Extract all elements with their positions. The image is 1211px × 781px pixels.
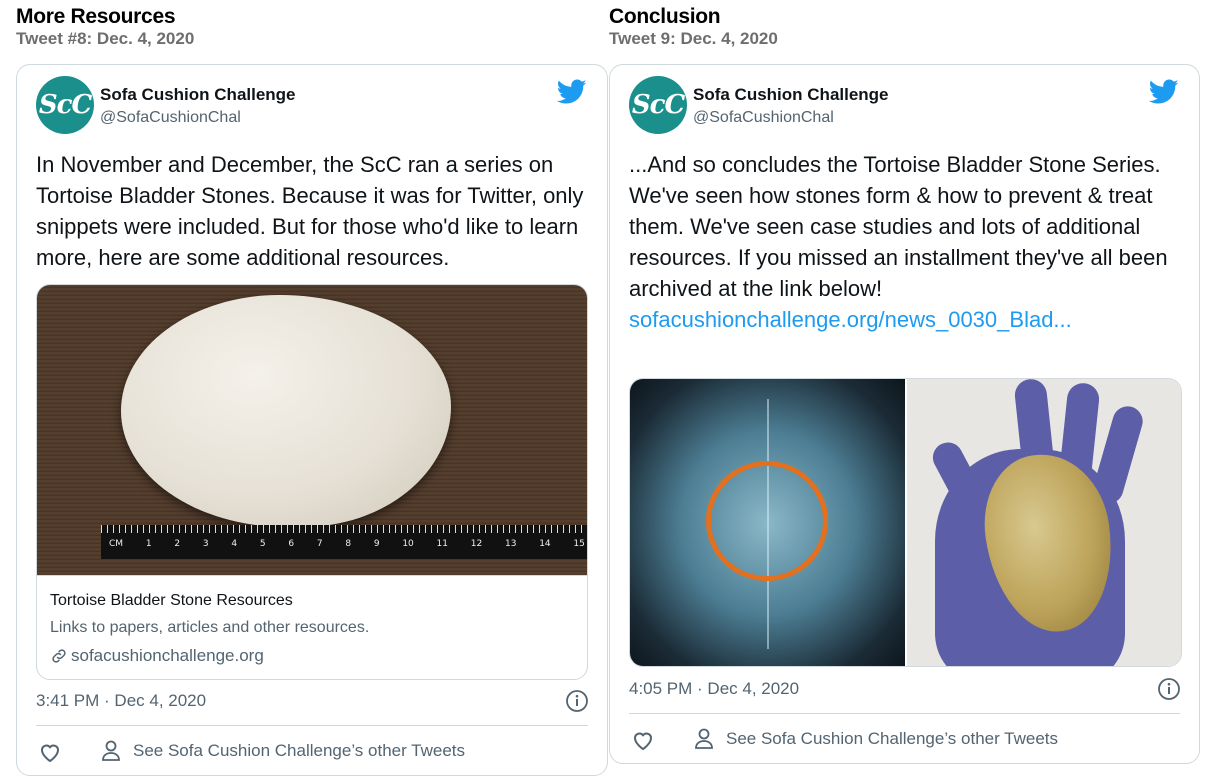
- divider: [629, 713, 1180, 714]
- ruler-numbers: CM 1 2 3 4 5 6 7 8 9 10 11 12 13 14 15: [109, 539, 585, 549]
- tweet-header: ScC Sofa Cushion Challenge @SofaCushionC…: [36, 76, 595, 136]
- avatar[interactable]: ScC: [36, 76, 94, 134]
- tweet-card[interactable]: ScC Sofa Cushion Challenge @SofaCushionC…: [16, 64, 608, 776]
- person-icon: [695, 728, 713, 749]
- section-subtitle: Tweet #8: Dec. 4, 2020: [16, 29, 195, 48]
- highlight-circle: [706, 461, 828, 581]
- section-title: More Resources: [16, 5, 176, 28]
- ruler: CM 1 2 3 4 5 6 7 8 9 10 11 12 13 14 15: [101, 525, 587, 559]
- link-preview-description: Links to papers, articles and other reso…: [50, 619, 370, 636]
- ruler-number: 10: [402, 539, 414, 549]
- tweet-link[interactable]: sofacushionchallenge.org/news_0030_Blad.…: [629, 307, 1072, 332]
- link-icon: [52, 649, 66, 663]
- ruler-number: 11: [436, 539, 448, 549]
- tweet-column-conclusion: Conclusion Tweet 9: Dec. 4, 2020 ScC Sof…: [609, 0, 1201, 764]
- author-handle[interactable]: @SofaCushionChal: [693, 109, 834, 127]
- ruler-number: 3: [202, 539, 209, 549]
- heart-icon[interactable]: [631, 729, 655, 751]
- ruler-number: 15: [573, 539, 585, 549]
- see-other-tweets-label[interactable]: See Sofa Cushion Challenge’s other Tweet…: [726, 729, 1058, 749]
- stone-shape: [121, 295, 451, 527]
- info-icon[interactable]: [565, 689, 589, 713]
- tweet-text-body: ...And so concludes the Tortoise Bladder…: [629, 152, 1168, 301]
- tweet-text: ...And so concludes the Tortoise Bladder…: [629, 149, 1183, 335]
- section-subtitle: Tweet 9: Dec. 4, 2020: [609, 29, 778, 48]
- author-name[interactable]: Sofa Cushion Challenge: [693, 85, 889, 105]
- see-other-tweets-button[interactable]: See Sofa Cushion Challenge’s other Tweet…: [101, 740, 465, 762]
- link-preview-card[interactable]: CM 1 2 3 4 5 6 7 8 9 10 11 12 13 14 15 Tortoise Bladder…: [36, 284, 588, 680]
- ruler-number: 2: [174, 539, 181, 549]
- twitter-bird-icon[interactable]: [557, 79, 587, 105]
- see-other-tweets-button[interactable]: See Sofa Cushion Challenge’s other Tweet…: [694, 728, 1058, 750]
- author-handle[interactable]: @SofaCushionChal: [100, 109, 241, 127]
- ruler-number: 13: [504, 539, 517, 549]
- divider: [36, 725, 588, 726]
- xray-image[interactable]: [630, 379, 905, 666]
- ruler-number: 14: [539, 539, 551, 549]
- section-title: Conclusion: [609, 5, 721, 28]
- person-icon: [102, 740, 120, 761]
- tweet-header: ScC Sofa Cushion Challenge @SofaCushionC…: [629, 76, 1187, 136]
- bladder-stone-photo: CM 1 2 3 4 5 6 7 8 9 10 11 12 13 14 15: [37, 285, 587, 575]
- ruler-number: 5: [259, 539, 266, 549]
- info-icon[interactable]: [1157, 677, 1181, 701]
- ruler-label: CM: [109, 539, 124, 549]
- twitter-bird-icon[interactable]: [1149, 79, 1179, 105]
- tweet-text: In November and December, the ScC ran a …: [36, 152, 584, 270]
- author-name[interactable]: Sofa Cushion Challenge: [100, 85, 296, 105]
- tweet-card[interactable]: ScC Sofa Cushion Challenge @SofaCushionC…: [609, 64, 1200, 764]
- ruler-number: 1: [145, 539, 152, 549]
- link-preview-meta: Tortoise Bladder Stone Resources Links t…: [37, 575, 587, 679]
- ruler-number: 8: [345, 539, 352, 549]
- link-preview-domain-text: sofacushionchallenge.org: [71, 646, 264, 665]
- ruler-number: 7: [316, 539, 323, 549]
- ruler-number: 12: [470, 539, 483, 549]
- ruler-number: 6: [288, 539, 295, 549]
- ruler-number: 9: [373, 539, 380, 549]
- see-other-tweets-label[interactable]: See Sofa Cushion Challenge’s other Tweet…: [133, 741, 465, 761]
- link-preview-domain: sofacushionchallenge.org: [50, 646, 264, 666]
- tweet-media[interactable]: [629, 378, 1182, 667]
- tweet-timestamp[interactable]: 3:41 PM · Dec 4, 2020: [36, 691, 206, 711]
- heart-icon[interactable]: [38, 741, 62, 763]
- tweet-column-more-resources: More Resources Tweet #8: Dec. 4, 2020 Sc…: [16, 0, 608, 776]
- avatar[interactable]: ScC: [629, 76, 687, 134]
- tweet-timestamp[interactable]: 4:05 PM · Dec 4, 2020: [629, 679, 799, 699]
- ruler-number: 4: [231, 539, 238, 549]
- stone-in-hand-image[interactable]: [907, 379, 1181, 666]
- link-preview-title: Tortoise Bladder Stone Resources: [50, 592, 293, 609]
